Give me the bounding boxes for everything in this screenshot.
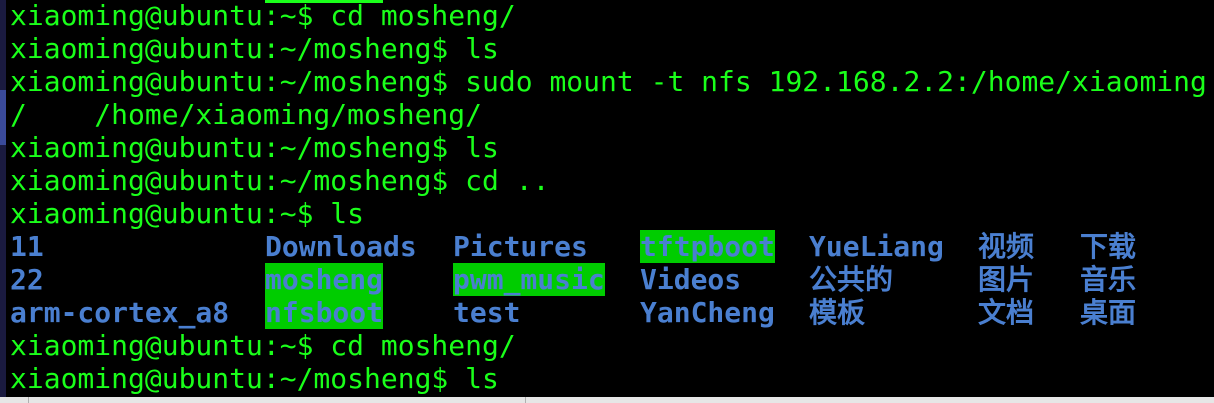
listing-item: 音乐 [1080, 263, 1137, 296]
listing-item: YanCheng [640, 296, 775, 329]
terminal-line-7: xiaoming@ubuntu:~$ ls [10, 197, 365, 230]
terminal-line-8: xiaoming@ubuntu:~$ cd mosheng/ [10, 329, 516, 362]
listing-item-highlighted: pwm_music [453, 263, 605, 296]
listing-item: YueLiang [809, 230, 944, 263]
listing-item: 图片 [978, 263, 1035, 296]
listing-item-highlighted: tftpboot [640, 230, 775, 263]
listing-item: 11 [10, 230, 44, 263]
terminal-line-6: xiaoming@ubuntu:~/mosheng$ cd .. [10, 164, 550, 197]
terminal-line-2: xiaoming@ubuntu:~/mosheng$ ls [10, 32, 499, 65]
terminal-window[interactable]: xiaoming@ubuntu:~$ cd mosheng/ xiaoming@… [0, 0, 1214, 403]
listing-item: Pictures [453, 230, 588, 263]
listing-item: 桌面 [1080, 296, 1137, 329]
status-bar-divider [28, 397, 29, 403]
listing-item: Videos [640, 263, 742, 296]
status-bar-divider [525, 397, 526, 403]
listing-item: Downloads [265, 230, 417, 263]
listing-item-highlighted: mosheng [265, 263, 384, 296]
scrollbar-thumb[interactable] [0, 90, 6, 145]
listing-item: 模板 [809, 296, 866, 329]
listing-item: 视频 [978, 230, 1035, 263]
terminal-line-5: xiaoming@ubuntu:~/mosheng$ ls [10, 131, 499, 164]
listing-item: 公共的 [809, 263, 894, 296]
listing-item: arm-cortex_a8 [10, 296, 230, 329]
listing-item: 22 [10, 263, 44, 296]
terminal-line-4: / /home/xiaoming/mosheng/ [10, 98, 483, 131]
listing-item-highlighted: nfsboot [265, 296, 384, 329]
scrollbar[interactable] [0, 0, 6, 403]
terminal-line-9: xiaoming@ubuntu:~/mosheng$ ls [10, 362, 499, 395]
listing-item: test [453, 296, 521, 329]
listing-item: 下载 [1080, 230, 1137, 263]
listing-item: 文档 [978, 296, 1035, 329]
status-bar [0, 397, 1214, 403]
terminal-line-1: xiaoming@ubuntu:~$ cd mosheng/ [10, 0, 516, 32]
terminal-line-3: xiaoming@ubuntu:~/mosheng$ sudo mount -t… [10, 65, 1207, 98]
